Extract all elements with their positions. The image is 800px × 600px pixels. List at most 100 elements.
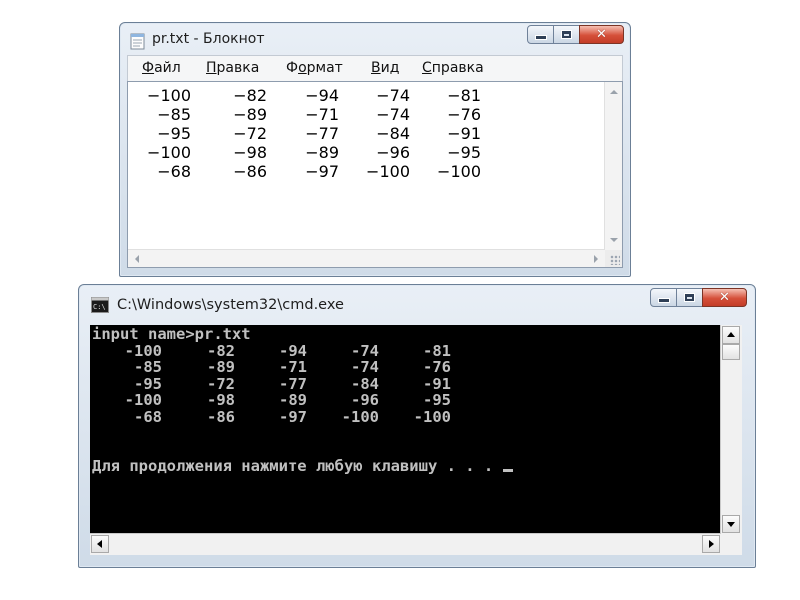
minimize-icon xyxy=(657,298,670,303)
number-value: −82 xyxy=(233,86,267,105)
notepad-window: pr.txt - Блокнот ✕ Файл Правка Формат Ви… xyxy=(119,22,631,277)
arrow-up-icon xyxy=(727,332,735,337)
number-value: −89 xyxy=(233,105,267,124)
number-value: −95 xyxy=(447,143,481,162)
close-button[interactable]: ✕ xyxy=(702,288,747,307)
vertical-scrollbar[interactable] xyxy=(604,82,622,250)
arrow-left-icon xyxy=(97,540,102,548)
cmd-titlebar[interactable]: C:\ C:\Windows\system32\cmd.exe ✕ xyxy=(79,285,755,317)
number-value: −97 xyxy=(305,162,339,181)
number-value: −68 xyxy=(157,162,191,181)
scroll-left-button[interactable] xyxy=(91,535,109,553)
number-value: −100 xyxy=(366,162,410,181)
continue-line: Для продолжения нажмите любую клавишу . … xyxy=(92,458,717,475)
text-line: −95 −72 −77 −84 −91 xyxy=(136,124,596,143)
horizontal-scrollbar[interactable] xyxy=(128,249,605,267)
arrow-down-icon xyxy=(727,522,735,527)
output-line: -95 -72 -77 -84 -91 xyxy=(92,374,717,393)
number-value: -77 xyxy=(279,374,307,393)
number-value: −89 xyxy=(305,143,339,162)
text-line: −85 −89 −71 −74 −76 xyxy=(136,105,596,124)
output-line: -100 -82 -94 -74 -81 xyxy=(92,341,717,360)
minimize-button[interactable] xyxy=(650,288,677,307)
scroll-down-button[interactable] xyxy=(722,515,740,533)
resize-grip[interactable] xyxy=(605,250,622,267)
number-value: -81 xyxy=(423,341,451,360)
maximize-icon xyxy=(562,31,571,38)
number-value: -97 xyxy=(279,407,307,426)
number-value: −74 xyxy=(376,86,410,105)
output-line: -100 -98 -89 -96 -95 xyxy=(92,392,717,409)
number-value: -82 xyxy=(207,341,235,360)
menu-view[interactable]: Вид xyxy=(371,60,399,76)
number-value: -100 xyxy=(124,391,162,409)
menu-edit[interactable]: Правка xyxy=(206,60,259,76)
notepad-titlebar[interactable]: pr.txt - Блокнот ✕ xyxy=(120,23,630,55)
cmd-window: C:\ C:\Windows\system32\cmd.exe ✕ input … xyxy=(78,284,756,568)
scroll-up-icon[interactable] xyxy=(610,90,618,94)
notepad-text-area[interactable]: −100 −82 −94 −74 −81 −85 −89 −71 −74 −76 −95 −72 −77… xyxy=(127,81,623,268)
number-value: −94 xyxy=(305,86,339,105)
number-value: -95 xyxy=(134,374,162,393)
number-value: −100 xyxy=(147,86,191,105)
number-value: −98 xyxy=(233,143,267,162)
number-value: -89 xyxy=(207,358,235,376)
number-value: -100 xyxy=(341,407,379,426)
number-value: −77 xyxy=(305,124,339,143)
number-value: −86 xyxy=(233,162,267,181)
number-value: -86 xyxy=(207,407,235,426)
number-value: -95 xyxy=(423,391,451,409)
maximize-button[interactable] xyxy=(553,25,580,44)
number-value: −71 xyxy=(305,105,339,124)
scroll-right-icon[interactable] xyxy=(594,255,598,263)
close-icon: ✕ xyxy=(719,290,730,305)
maximize-button[interactable] xyxy=(676,288,703,307)
notepad-icon xyxy=(130,33,145,50)
scroll-right-button[interactable] xyxy=(702,535,720,553)
close-button[interactable]: ✕ xyxy=(579,25,624,44)
number-value: -96 xyxy=(351,391,379,409)
scroll-thumb[interactable] xyxy=(722,344,740,360)
menu-help[interactable]: Справка xyxy=(422,60,484,76)
number-value: -68 xyxy=(134,407,162,426)
text-cursor xyxy=(502,469,513,472)
text-line: −68 −86 −97 −100 −100 xyxy=(136,162,596,181)
number-value: -72 xyxy=(207,374,235,393)
vertical-scrollbar[interactable] xyxy=(720,325,742,534)
prompt-line: input name>pr.txt xyxy=(92,325,251,343)
number-value: −74 xyxy=(376,105,410,124)
console-output: input name>pr.txt -100 -82 -94 -74 -81 -85 -89… xyxy=(92,326,717,526)
menu-format[interactable]: Формат xyxy=(286,60,343,76)
maximize-icon xyxy=(685,294,694,301)
arrow-right-icon xyxy=(709,540,714,548)
number-value: -100 xyxy=(413,407,451,426)
menu-file[interactable]: Файл xyxy=(142,60,181,76)
number-value: −85 xyxy=(157,105,191,124)
text-line: −100 −98 −89 −96 −95 xyxy=(136,143,596,162)
cmd-icon: C:\ xyxy=(91,297,109,313)
number-value: -74 xyxy=(351,341,379,360)
notepad-content: −100 −82 −94 −74 −81 −85 −89 −71 −74 −76 −95 −72 −77… xyxy=(136,86,596,226)
number-value: −72 xyxy=(233,124,267,143)
horizontal-scrollbar[interactable] xyxy=(90,533,721,555)
notepad-menubar: Файл Правка Формат Вид Справка xyxy=(127,55,623,82)
number-value: -100 xyxy=(124,341,162,360)
minimize-icon xyxy=(534,35,547,40)
number-value: -98 xyxy=(207,391,235,409)
number-value: −84 xyxy=(376,124,410,143)
number-value: -91 xyxy=(423,374,451,393)
number-value: -74 xyxy=(351,358,379,376)
scroll-left-icon[interactable] xyxy=(135,255,139,263)
number-value: −95 xyxy=(157,124,191,143)
console-area[interactable]: input name>pr.txt -100 -82 -94 -74 -81 -85 -89… xyxy=(90,325,742,555)
scroll-up-button[interactable] xyxy=(722,326,740,344)
text-line: −100 −82 −94 −74 −81 xyxy=(136,86,596,105)
svg-text:C:\: C:\ xyxy=(93,303,106,311)
scroll-down-icon[interactable] xyxy=(610,238,618,242)
output-line: -68 -86 -97 -100 -100 xyxy=(92,407,717,426)
number-value: −91 xyxy=(447,124,481,143)
number-value: -76 xyxy=(423,358,451,376)
number-value: -85 xyxy=(134,358,162,376)
minimize-button[interactable] xyxy=(527,25,554,44)
scroll-corner xyxy=(721,534,742,555)
